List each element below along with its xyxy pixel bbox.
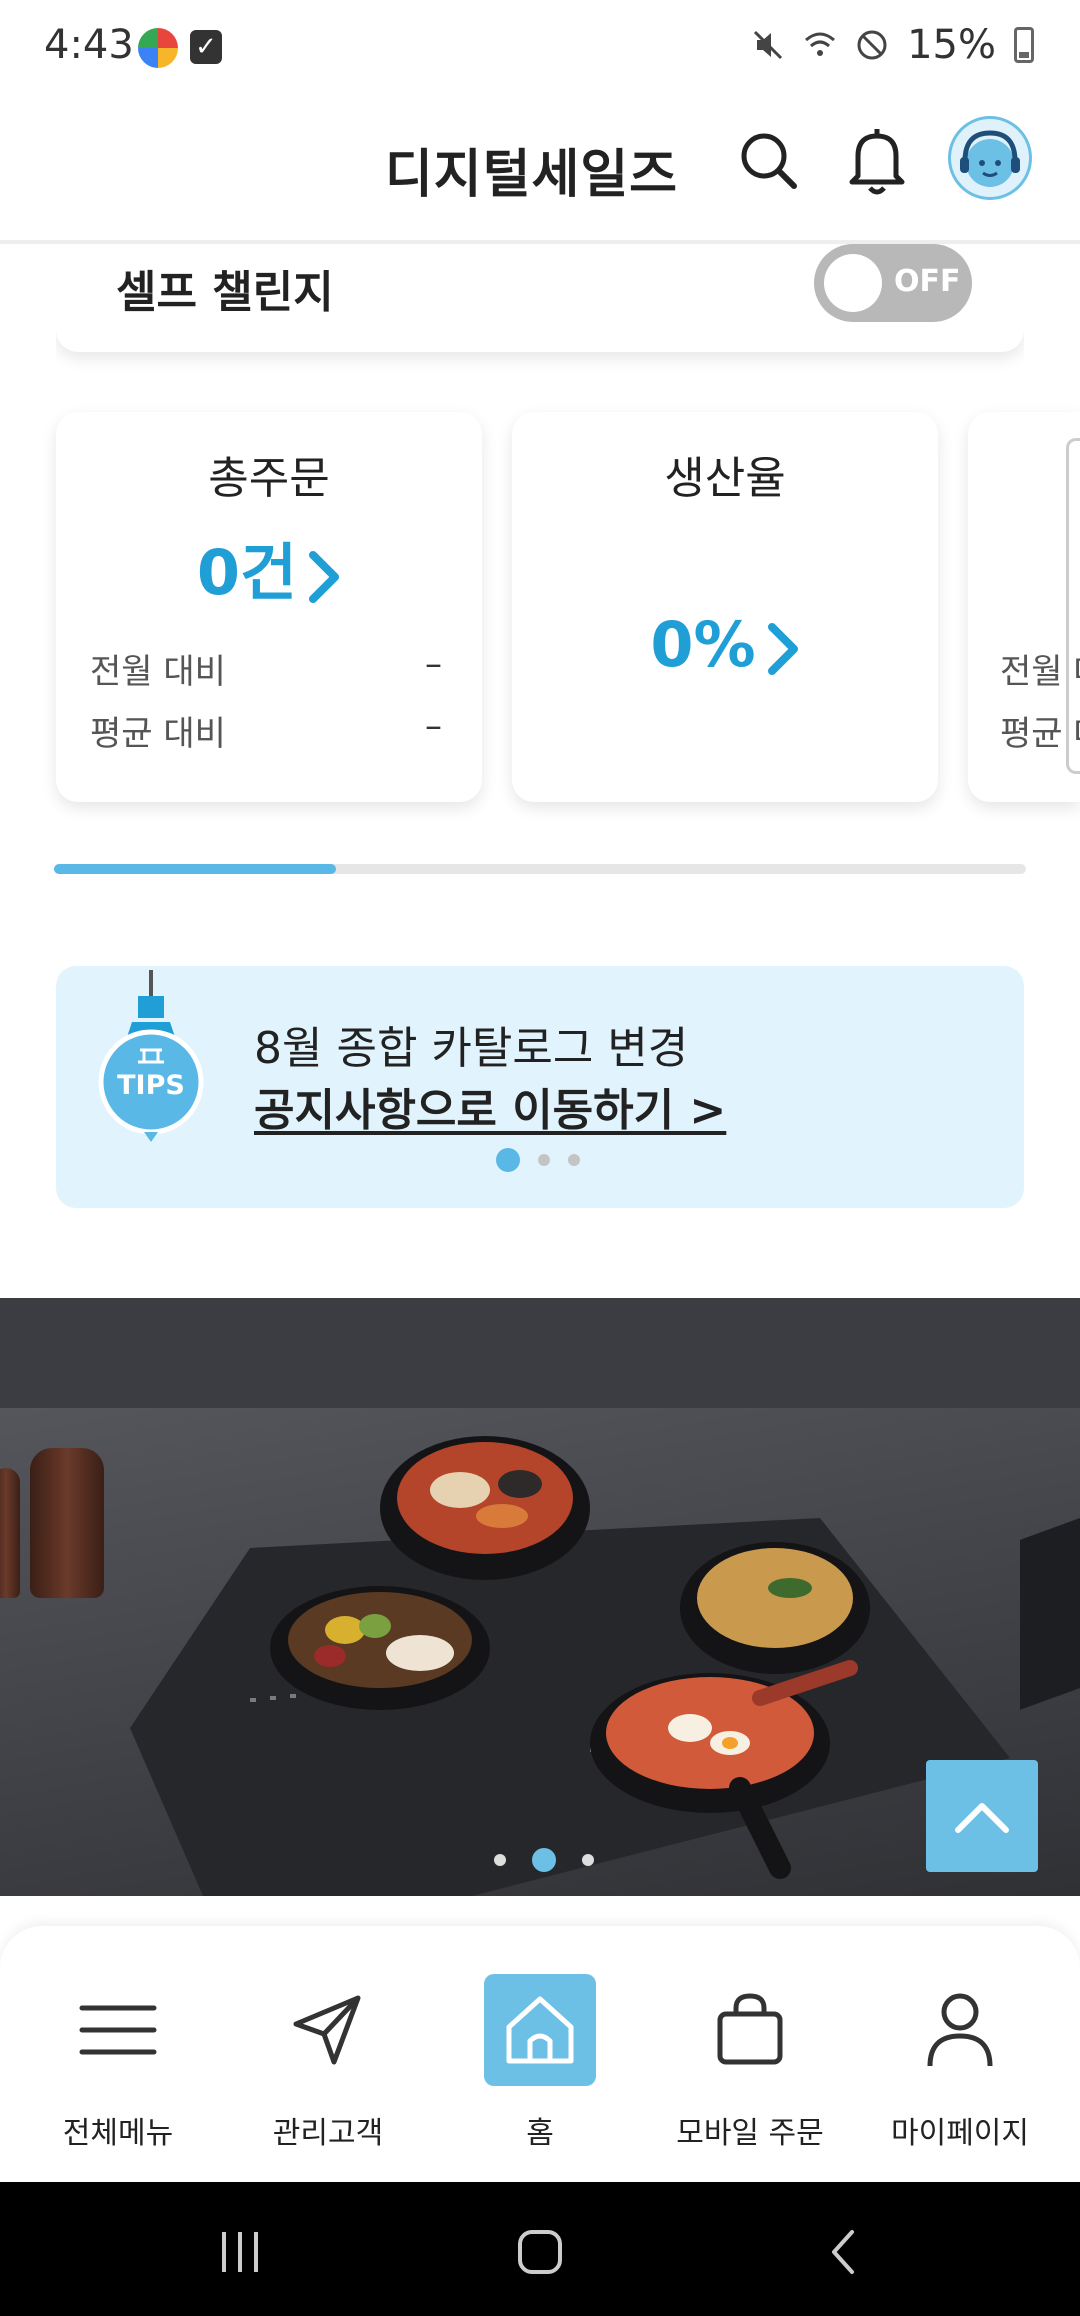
hero-dot-2[interactable] (532, 1848, 556, 1872)
toggle-knob (824, 254, 882, 312)
total-orders-value[interactable]: 0건 (56, 522, 482, 612)
hero-pagination (494, 1848, 594, 1872)
nav-my-page-label: 마이페이지 (891, 2116, 1029, 2151)
nav-my-page[interactable]: 마이페이지 (860, 1974, 1060, 2164)
cooktop-image (130, 1398, 1030, 1896)
brand-title: 디지털세일즈 (384, 145, 678, 205)
bottom-nav: 전체메뉴 관리고객 홈 모바일 주문 마이페이지 (0, 1926, 1080, 2182)
battery-percent: 15% (907, 22, 996, 68)
avg-row: 평균 대비 – (90, 706, 442, 755)
tips-badge-text: TIPS (117, 1070, 185, 1101)
total-orders-card[interactable]: 총주문 0건 전월 대비 – 평균 대비 – (56, 412, 482, 802)
stats-scroll-indicator (54, 864, 1026, 874)
chevron-right-icon (309, 550, 340, 603)
third-card-row-2: 평균 대 (1000, 714, 1080, 754)
checkbox-app-icon: ✓ (190, 30, 222, 64)
search-icon[interactable] (734, 126, 804, 196)
tips-notice-link[interactable]: 공지사항으로 이동하기 > (254, 1074, 726, 1138)
mom-value: – (425, 644, 442, 684)
total-orders-count: 0건 (196, 536, 298, 609)
nav-home[interactable]: 홈 (440, 1974, 640, 2164)
system-nav-bar (0, 2182, 1080, 2316)
nav-all-menu[interactable]: 전체메뉴 (18, 1974, 218, 2164)
chevron-right-icon (767, 622, 798, 675)
person-icon (904, 1974, 1016, 2086)
avg-value: – (425, 706, 442, 746)
tips-notice-text: 8월 종합 카탈로그 변경 (254, 1023, 689, 1074)
third-card-row-1: 전월 대 (1000, 652, 1080, 692)
avatar[interactable] (948, 116, 1032, 200)
multi-app-icon (138, 28, 178, 68)
recent-apps-icon[interactable] (210, 2222, 270, 2282)
hero-dot-1[interactable] (494, 1854, 506, 1866)
mom-label: 전월 대비 (90, 652, 226, 692)
production-rate-title: 생산율 (664, 453, 786, 504)
nav-managed-customers[interactable]: 관리고객 (228, 1974, 428, 2164)
self-challenge-toggle[interactable]: OFF (814, 244, 972, 322)
home-icon (484, 1974, 596, 2086)
status-icons: 15% (751, 22, 1034, 68)
chevron-up-icon (955, 1803, 1009, 1833)
home-system-icon[interactable] (510, 2222, 570, 2282)
app-header: 디지털세일즈 (0, 96, 1080, 242)
tips-pagination (496, 1148, 580, 1172)
nav-mobile-order-label: 모바일 주문 (676, 2116, 824, 2151)
tips-dot-2[interactable] (538, 1154, 550, 1166)
pepper-shaker-right (30, 1448, 104, 1598)
bell-icon[interactable] (844, 124, 910, 198)
third-stat-card[interactable]: 전월 대 평균 대 (968, 412, 1080, 802)
avatar-headset-icon (960, 130, 1020, 187)
battery-icon (1014, 27, 1034, 63)
hero-banner[interactable] (0, 1298, 1080, 1896)
production-rate-card[interactable]: 생산율 0% (512, 412, 938, 802)
paper-plane-icon (272, 1974, 384, 2086)
pepper-shaker-left (0, 1468, 20, 1598)
stats-scroll-thumb (54, 864, 336, 874)
hero-dot-3[interactable] (582, 1854, 594, 1866)
avg-label: 평균 대비 (90, 714, 226, 754)
tips-dot-1[interactable] (496, 1148, 520, 1172)
nav-all-menu-label: 전체메뉴 (62, 2116, 174, 2151)
status-bar: 4:43 ✓ 15% (0, 0, 1080, 96)
production-rate-percent: 0% (650, 608, 756, 681)
production-rate-value[interactable]: 0% (512, 608, 938, 681)
tips-banner[interactable]: TIPS 8월 종합 카탈로그 변경 공지사항으로 이동하기 > (56, 966, 1024, 1208)
self-challenge-title: 셀프 챌린지 (116, 267, 334, 318)
total-orders-title: 총주문 (208, 453, 330, 504)
lightbulb-tips-icon: TIPS (98, 970, 204, 1142)
shopping-bag-icon (694, 1974, 806, 2086)
back-icon[interactable] (814, 2222, 874, 2282)
status-time: 4:43 (44, 22, 134, 68)
dnd-icon (857, 30, 887, 60)
wifi-icon (805, 32, 836, 56)
nav-mobile-order[interactable]: 모바일 주문 (650, 1974, 850, 2164)
nav-home-label: 홈 (526, 2116, 554, 2151)
menu-icon (62, 1974, 174, 2086)
cooktop-svg (130, 1436, 1010, 1896)
mom-row: 전월 대비 – (90, 644, 442, 693)
toggle-label: OFF (894, 264, 961, 299)
mute-icon (754, 30, 783, 60)
tips-dot-3[interactable] (568, 1154, 580, 1166)
nav-managed-customers-label: 관리고객 (272, 2116, 384, 2151)
scroll-to-top-button[interactable] (926, 1760, 1038, 1872)
